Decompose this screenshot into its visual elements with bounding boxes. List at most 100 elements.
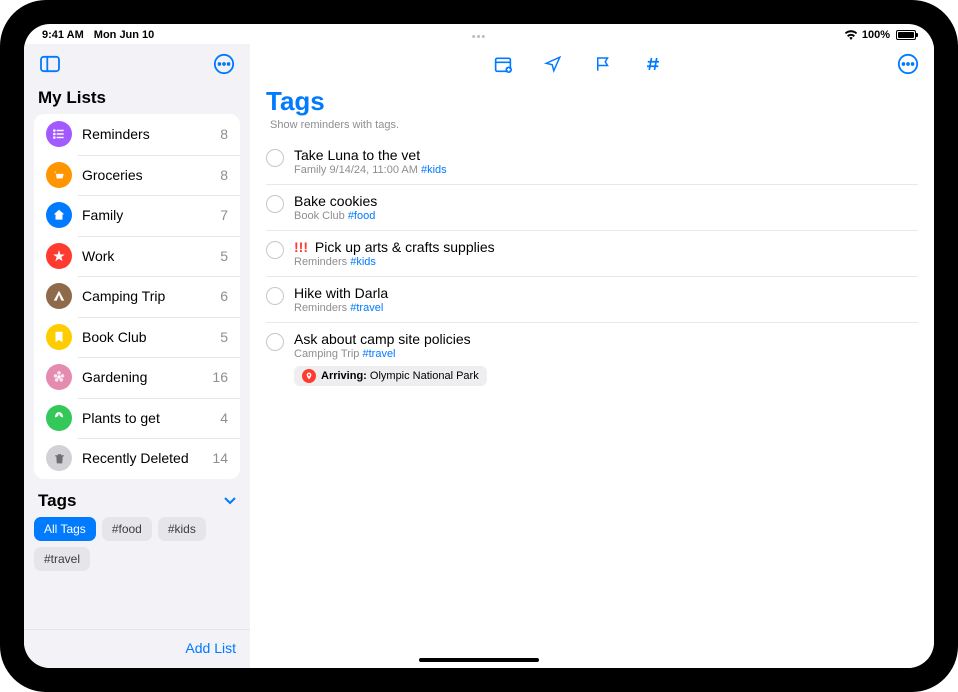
list-icon: [46, 364, 72, 390]
location-pin-icon: [302, 369, 316, 383]
reminder-row[interactable]: !!! Pick up arts & crafts supplies Remin…: [266, 231, 918, 277]
more-options-icon[interactable]: [210, 50, 238, 78]
list-item[interactable]: Book Club 5: [34, 317, 240, 358]
list-item[interactable]: Gardening 16: [34, 357, 240, 398]
tag-chip[interactable]: #travel: [34, 547, 90, 571]
reminder-tag: #food: [348, 210, 376, 222]
tag-chip[interactable]: #food: [102, 517, 152, 541]
list-name: Work: [82, 248, 220, 264]
list-icon: [46, 202, 72, 228]
reminder-meta: Family 9/14/24, 11:00 AM #kids: [294, 164, 918, 176]
tags-section-header[interactable]: Tags: [24, 479, 250, 517]
lists-card: Reminders 8 Groceries 8 Family 7 Work 5 …: [34, 114, 240, 479]
list-count: 8: [220, 167, 228, 183]
location-pill: Arriving: Olympic National Park: [294, 366, 487, 386]
reminder-meta: Book Club #food: [294, 210, 918, 222]
list-icon: [46, 405, 72, 431]
reminder-tag: #kids: [350, 256, 376, 268]
tags-title: Tags: [38, 491, 76, 511]
list-count: 8: [220, 126, 228, 142]
complete-toggle[interactable]: [266, 333, 284, 351]
flag-icon[interactable]: [589, 50, 617, 78]
app-content: My Lists Reminders 8 Groceries 8 Family …: [24, 44, 934, 668]
ipad-frame: ••• 9:41 AM Mon Jun 10 100%: [0, 0, 958, 692]
list-count: 6: [220, 288, 228, 304]
reminder-meta: Reminders #kids: [294, 256, 918, 268]
complete-toggle[interactable]: [266, 149, 284, 167]
list-name: Plants to get: [82, 410, 220, 426]
main-more-icon[interactable]: [894, 50, 922, 78]
reminder-tag: #travel: [350, 302, 383, 314]
list-name: Book Club: [82, 329, 220, 345]
list-name: Recently Deleted: [82, 450, 212, 466]
list-item[interactable]: Family 7: [34, 195, 240, 236]
list-name: Reminders: [82, 126, 220, 142]
battery-percent: 100%: [862, 29, 890, 41]
sidebar-footer: Add List: [24, 629, 250, 668]
hashtag-icon[interactable]: [639, 50, 667, 78]
add-list-button[interactable]: Add List: [185, 640, 236, 656]
complete-toggle[interactable]: [266, 287, 284, 305]
reminder-meta: Reminders #travel: [294, 302, 918, 314]
battery-icon: [896, 30, 916, 40]
complete-toggle[interactable]: [266, 195, 284, 213]
list-name: Camping Trip: [82, 288, 220, 304]
priority-indicator: !!!: [294, 239, 308, 255]
main-panel: Tags Show reminders with tags. Take Luna…: [250, 44, 934, 668]
sidebar: My Lists Reminders 8 Groceries 8 Family …: [24, 44, 250, 668]
list-item[interactable]: Recently Deleted 14: [34, 438, 240, 479]
list-icon: [46, 121, 72, 147]
reminder-title: !!! Pick up arts & crafts supplies: [294, 239, 918, 255]
location-icon[interactable]: [539, 50, 567, 78]
list-count: 4: [220, 410, 228, 426]
tag-chips: All Tags#food#kids #travel: [24, 517, 250, 571]
reminder-body: Hike with Darla Reminders #travel: [294, 285, 918, 314]
wifi-icon: [844, 30, 858, 40]
complete-toggle[interactable]: [266, 241, 284, 259]
reminder-tag: #travel: [362, 348, 395, 360]
reminder-row[interactable]: Ask about camp site policies Camping Tri…: [266, 323, 918, 394]
list-icon: [46, 243, 72, 269]
reminder-row[interactable]: Bake cookies Book Club #food: [266, 185, 918, 231]
tag-chip[interactable]: #kids: [158, 517, 206, 541]
reminder-row[interactable]: Hike with Darla Reminders #travel: [266, 277, 918, 323]
calendar-icon[interactable]: [489, 50, 517, 78]
page-title: Tags: [266, 86, 918, 117]
list-count: 5: [220, 248, 228, 264]
reminder-body: Ask about camp site policies Camping Tri…: [294, 331, 918, 386]
list-icon: [46, 324, 72, 350]
list-count: 7: [220, 207, 228, 223]
main-toolbar: [250, 44, 934, 84]
reminders-list: Take Luna to the vet Family 9/14/24, 11:…: [266, 139, 918, 394]
sidebar-toggle-icon[interactable]: [36, 50, 64, 78]
list-icon: [46, 283, 72, 309]
reminder-row[interactable]: Take Luna to the vet Family 9/14/24, 11:…: [266, 139, 918, 185]
list-name: Family: [82, 207, 220, 223]
sidebar-toolbar: [24, 44, 250, 84]
list-count: 14: [212, 450, 228, 466]
reminder-title: Take Luna to the vet: [294, 147, 918, 163]
multitask-dots[interactable]: •••: [472, 31, 487, 43]
list-item[interactable]: Camping Trip 6: [34, 276, 240, 317]
list-item[interactable]: Reminders 8: [34, 114, 240, 155]
main-body: Tags Show reminders with tags. Take Luna…: [250, 84, 934, 668]
list-count: 16: [212, 369, 228, 385]
reminder-title: Bake cookies: [294, 193, 918, 209]
list-icon: [46, 162, 72, 188]
tag-chip[interactable]: All Tags: [34, 517, 96, 541]
reminder-body: Take Luna to the vet Family 9/14/24, 11:…: [294, 147, 918, 176]
my-lists-header: My Lists: [24, 84, 250, 114]
list-item[interactable]: Plants to get 4: [34, 398, 240, 439]
status-time: 9:41 AM: [42, 29, 84, 41]
screen: ••• 9:41 AM Mon Jun 10 100%: [24, 24, 934, 668]
reminder-meta: Camping Trip #travel: [294, 348, 918, 360]
list-item[interactable]: Work 5: [34, 236, 240, 277]
reminder-title: Ask about camp site policies: [294, 331, 918, 347]
reminder-body: Bake cookies Book Club #food: [294, 193, 918, 222]
list-item[interactable]: Groceries 8: [34, 155, 240, 196]
list-count: 5: [220, 329, 228, 345]
home-indicator[interactable]: [419, 658, 539, 662]
reminder-title: Hike with Darla: [294, 285, 918, 301]
reminder-tag: #kids: [421, 164, 447, 176]
reminder-body: !!! Pick up arts & crafts supplies Remin…: [294, 239, 918, 268]
